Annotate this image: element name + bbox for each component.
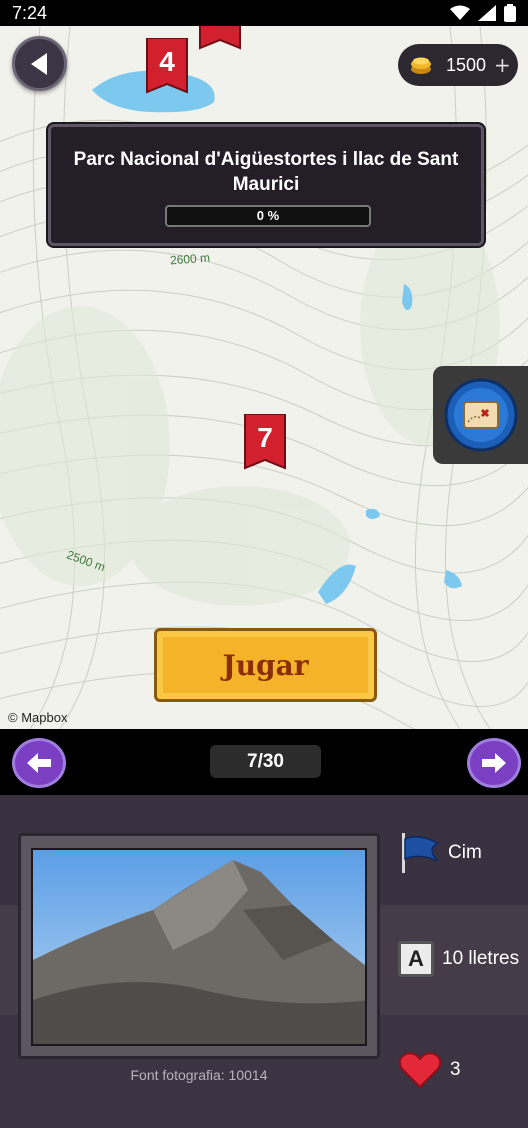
lives-row: 3 [398,1051,461,1089]
category-label: Cim [448,842,482,863]
level-marker-5[interactable] [198,26,242,72]
mountain-image [33,850,365,1044]
play-button-label: Jugar [222,648,309,682]
letters-row: A 10 lletres [398,941,519,977]
lives-count: 3 [450,1059,461,1080]
level-pager: 7/30 [0,729,528,795]
status-icons [450,4,516,22]
banner-icon [199,26,241,50]
marker-number: 7 [257,422,273,453]
level-counter: 7/30 [210,745,321,778]
park-progress-bar: 0 % [165,205,371,227]
park-title: Parc Nacional d'Aigüestortes i llac de S… [73,149,459,195]
battery-icon [504,4,516,22]
play-button[interactable]: Jugar [154,628,377,702]
signal-icon [478,5,496,21]
letter-icon: A [398,941,434,977]
heart-icon [398,1052,442,1089]
photo-credit: Font fotografia: 10014 [130,1067,268,1083]
flag-icon [402,833,440,873]
clock: 7:24 [12,2,48,23]
level-marker-4[interactable]: 4 [145,37,189,98]
previous-level-button[interactable] [12,738,66,788]
progress-label: 0 % [256,208,280,223]
map-attribution[interactable]: © Mapbox [8,710,67,725]
next-level-button[interactable] [467,738,521,788]
coin-counter[interactable]: 1500 + [398,44,518,86]
category-row: Cim [398,831,482,875]
add-coins-button[interactable]: + [494,53,511,77]
wifi-icon [450,5,470,20]
level-marker-7[interactable]: 7 [243,413,287,474]
park-info-card: Parc Nacional d'Aigüestortes i llac de S… [48,124,484,246]
arrow-left-icon [27,753,51,773]
contour-label: 2600 m [169,250,211,268]
mountain-photo [31,848,367,1046]
letters-count: 10 lletres [442,948,520,969]
treasure-map-button[interactable] [433,366,528,464]
back-button[interactable] [12,36,67,91]
coin-value: 1500 [446,54,487,75]
treasure-map-icon [444,378,517,452]
map-view[interactable]: 4 7 2600 m 2500 m 1500 + Parc Nacional d… [0,26,528,729]
photo-frame [18,833,380,1059]
level-details-panel: Font fotografia: 10014 Cim A 10 lletres … [0,795,528,1128]
arrow-left-icon [30,52,47,75]
status-bar: 7:24 [0,0,528,26]
arrow-right-icon [482,753,506,773]
coin-icon [411,57,431,74]
marker-number: 4 [159,46,175,77]
